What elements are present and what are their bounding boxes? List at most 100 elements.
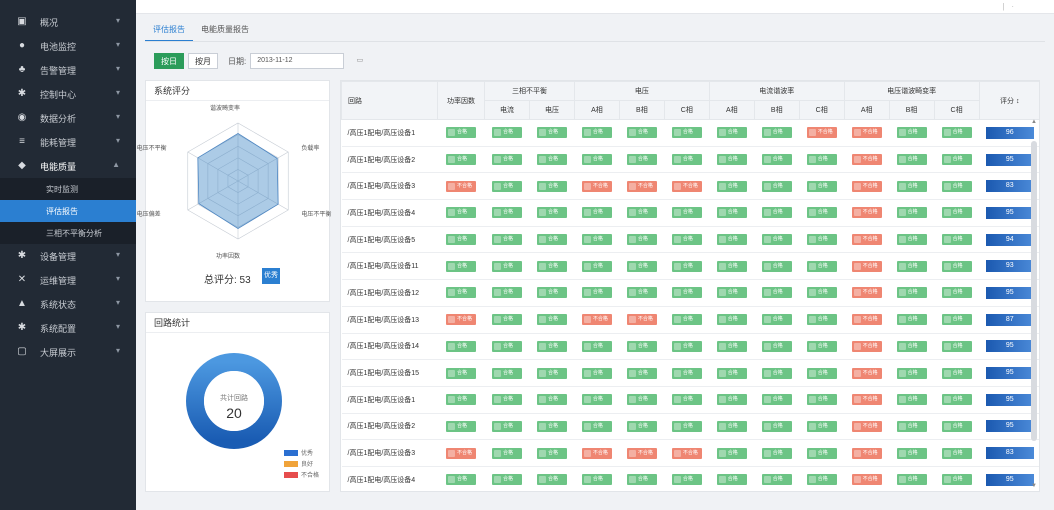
check-icon [943,369,951,377]
status-cell: 合格 [664,333,710,361]
status-ok-badge: 合格 [446,420,477,432]
sidebar-item-7[interactable]: ✱ 设备管理 ▾ [0,244,136,268]
by-month-button[interactable]: 按月 [188,53,218,69]
status-ok-badge: 合格 [761,154,792,166]
status-cell: 合格 [754,466,800,491]
status-ok-badge: 合格 [761,180,792,192]
chevron-down-icon: ▾ [115,40,120,49]
col-score-sort[interactable]: 评分 ↕ [978,81,1039,120]
status-ok-badge: 合格 [716,180,747,192]
status-ok-badge: 合格 [806,180,837,192]
status-label: 合格 [547,262,558,269]
status-cell: 合格 [484,226,530,254]
sidebar-item-10[interactable]: ✱ 系统配置 ▾ [0,316,136,340]
sidebar-item-0[interactable]: ▣ 概况 ▾ [0,10,136,34]
status-ok-badge: 合格 [581,260,612,272]
status-ok-badge: 合格 [716,420,747,432]
sidebar-item-11[interactable]: ▢ 大屏展示 ▾ [0,340,136,364]
sidebar-item-label: 系统配置 [40,323,77,334]
status-cell: 合格 [799,199,845,227]
scroll-up-icon[interactable]: ▲ [1031,119,1037,125]
status-bad-badge: 不合格 [806,127,837,139]
status-cell: 不合格 [437,439,485,467]
col-voltage: 电压 [573,81,710,101]
status-ok-badge: 合格 [716,367,747,379]
score-bar: 95 [985,367,1034,380]
calendar-icon[interactable]: ▭ [357,54,364,68]
status-bad-badge: 不合格 [851,420,882,432]
status-ok-badge: 合格 [626,154,657,166]
status-cell: 合格 [437,413,485,441]
status-ok-badge: 合格 [671,474,702,486]
gear-icon: ✱ [17,88,27,99]
status-label: 不合格 [817,129,833,136]
status-ok-badge: 合格 [941,180,972,192]
date-input[interactable]: 2013-11-12 ▭ [250,53,363,69]
check-icon [538,476,546,484]
cross-icon [853,236,861,244]
chevron-down-icon: ▾ [115,16,120,25]
status-cell: 合格 [799,279,845,307]
check-icon [898,316,906,324]
status-cell: 合格 [709,146,755,174]
score-bar: 94 [985,233,1034,246]
status-label: 不合格 [862,129,878,136]
check-icon [583,289,591,297]
check-icon [763,422,771,430]
status-cell: 不合格 [619,306,665,334]
sidebar-item-5[interactable]: ≡ 能耗管理 ▾ [0,130,136,154]
sidebar-item-3[interactable]: ✱ 控制中心 ▾ [0,82,136,106]
sidebar-subitem-2[interactable]: 三相不平衡分析 [0,222,136,244]
status-label: 合格 [907,396,918,403]
status-label: 合格 [547,289,558,296]
check-icon [628,476,636,484]
status-bad-badge: 不合格 [851,180,882,192]
status-label: 不合格 [862,182,878,189]
chevron-down-icon: ▾ [115,112,120,121]
sidebar-item-4[interactable]: ◉ 数据分析 ▾ [0,106,136,130]
check-icon [583,422,591,430]
status-cell: 合格 [934,119,980,147]
sidebar-item-2[interactable]: ♣ 告警管理 ▾ [0,58,136,82]
cross-icon [853,422,861,430]
check-icon [718,422,726,430]
table-scrollbar[interactable] [1031,141,1037,441]
sidebar-item-8[interactable]: ✕ 运维管理 ▾ [0,268,136,292]
sidebar-subitem-1[interactable]: 评估报告 [0,200,136,222]
status-ok-badge: 合格 [536,260,567,272]
scroll-down-icon[interactable]: ▼ [1031,483,1037,489]
check-icon [494,289,502,297]
status-label: 合格 [727,476,738,483]
chevron-down-icon: ▾ [115,250,120,259]
status-label: 合格 [772,236,783,243]
status-ok-badge: 合格 [536,340,567,352]
status-cell: 合格 [934,306,980,334]
status-label: 合格 [907,182,918,189]
status-label: 合格 [547,342,558,349]
status-cell: 合格 [484,439,530,467]
status-cell: 合格 [754,172,800,201]
status-label: 合格 [772,182,783,189]
col-sub-header: 电流 [484,100,530,120]
check-icon [673,422,681,430]
sidebar-item-9[interactable]: ▲ 系统状态 ▾ [0,292,136,316]
check-icon [718,396,726,404]
status-label: 不合格 [862,236,878,243]
check-icon [943,262,951,270]
status-ok-badge: 合格 [581,127,612,139]
check-icon [673,342,681,350]
cross-icon [853,209,861,217]
sidebar-item-6[interactable]: ◆ 电能质量 ▲ [0,154,136,178]
status-ok-badge: 合格 [446,127,477,139]
tab-power-quality-report[interactable]: 电能质量报告 [193,18,257,42]
status-cell: 合格 [754,439,800,467]
sidebar-subitem-0[interactable]: 实时监测 [0,178,136,200]
status-cell: 不合格 [844,172,890,201]
tab-evaluation-report[interactable]: 评估报告 [145,18,193,42]
status-cell: 合格 [619,279,665,307]
score-bar: 83 [985,180,1034,193]
by-day-button[interactable]: 按日 [154,53,184,69]
sidebar-item-1[interactable]: ● 电池监控 ▾ [0,34,136,58]
status-label: 合格 [503,129,514,136]
check-icon [943,236,951,244]
